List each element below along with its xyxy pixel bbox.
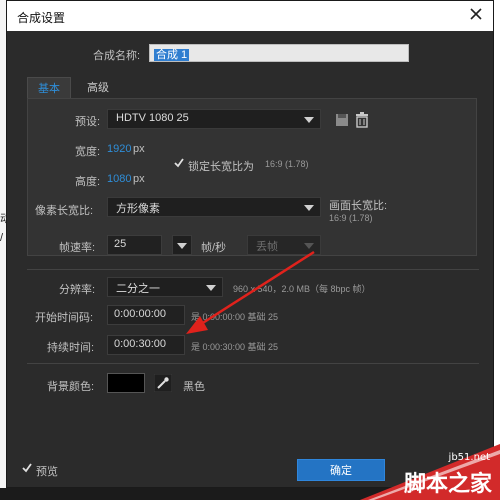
- resolution-select[interactable]: 二分之一: [107, 277, 223, 297]
- start-timecode-input[interactable]: 0:00:00:00: [107, 305, 185, 325]
- watermark-site: jb51.net: [448, 452, 490, 463]
- watermark-brand: 脚本之家: [403, 471, 492, 496]
- preset-label: 预设:: [75, 116, 101, 128]
- save-preset-icon[interactable]: [333, 111, 351, 129]
- duration-input[interactable]: 0:00:30:00: [107, 335, 185, 355]
- height-unit: px: [133, 173, 145, 185]
- pixel-aspect-label: 像素长宽比:: [35, 205, 94, 217]
- duration-info: 是 0:00:30:00 基础 25: [191, 342, 279, 352]
- start-timecode-info: 是 0:00:00:00 基础 25: [191, 312, 279, 322]
- chevron-down-icon: [177, 243, 187, 249]
- pixel-aspect-value: 方形像素: [116, 203, 160, 215]
- lock-aspect-value: 16:9 (1.78): [265, 159, 309, 169]
- duration-label: 持续时间:: [47, 342, 95, 354]
- watermark: jb51.net 脚本之家: [360, 444, 500, 500]
- section-divider: [27, 269, 479, 270]
- frame-aspect-value: 16:9 (1.78): [329, 213, 373, 223]
- preset-value: HDTV 1080 25: [116, 112, 189, 124]
- background-color-swatch[interactable]: [107, 373, 145, 393]
- duration-value: 0:00:30:00: [114, 338, 166, 350]
- chevron-down-icon: [304, 243, 314, 249]
- pixel-aspect-select[interactable]: 方形像素: [107, 197, 321, 217]
- resolution-info: 960 x 540，2.0 MB（每 8bpc 帧）: [233, 284, 371, 294]
- frame-rate-label: 帧速率:: [59, 242, 96, 254]
- tab-advanced[interactable]: 高级: [77, 77, 137, 99]
- composition-name-value: 合成 1: [154, 49, 190, 61]
- frame-rate-input[interactable]: 25: [107, 235, 162, 255]
- background-char: /: [0, 232, 4, 244]
- dialog-title: 合成设置: [17, 11, 66, 25]
- width-value[interactable]: 1920: [107, 143, 131, 155]
- preview-label: 预览: [36, 466, 58, 478]
- frame-aspect-label: 画面长宽比:: [329, 200, 388, 212]
- chevron-down-icon: [304, 117, 314, 123]
- frame-rate-unit: 帧/秒: [201, 242, 227, 254]
- preview-checkbox[interactable]: [21, 462, 33, 474]
- drop-frame-value: 丢帧: [256, 241, 278, 253]
- lock-aspect-checkbox[interactable]: [173, 157, 185, 169]
- background-color-name: 黑色: [183, 381, 205, 393]
- lock-aspect-label: 锁定长宽比为: [188, 161, 254, 173]
- frame-rate-dropdown[interactable]: [172, 235, 192, 255]
- composition-name-label: 合成名称:: [93, 50, 141, 62]
- close-icon[interactable]: [467, 5, 485, 23]
- eyedropper-icon[interactable]: [154, 374, 172, 392]
- tab-basic[interactable]: 基本: [27, 77, 71, 99]
- composition-name-input[interactable]: 合成 1: [149, 44, 409, 62]
- height-value[interactable]: 1080: [107, 173, 131, 185]
- width-label: 宽度:: [75, 146, 101, 158]
- width-unit: px: [133, 143, 145, 155]
- composition-settings-dialog: 合成设置 合成名称: 合成 1 基本 高级 预设: HDTV 1080 25 宽…: [6, 0, 494, 488]
- chevron-down-icon: [304, 205, 314, 211]
- start-timecode-value: 0:00:00:00: [114, 308, 166, 320]
- background-color-label: 背景颜色:: [47, 381, 95, 393]
- delete-preset-icon[interactable]: [353, 111, 371, 129]
- resolution-value: 二分之一: [116, 283, 160, 295]
- dialog-titlebar: 合成设置: [7, 1, 493, 31]
- height-label: 高度:: [75, 176, 101, 188]
- start-timecode-label: 开始时间码:: [35, 312, 94, 324]
- preset-select[interactable]: HDTV 1080 25: [107, 109, 321, 129]
- chevron-down-icon: [206, 285, 216, 291]
- frame-rate-value: 25: [114, 238, 127, 250]
- drop-frame-select[interactable]: 丢帧: [247, 235, 321, 255]
- resolution-label: 分辨率:: [59, 284, 96, 296]
- section-divider: [27, 363, 479, 364]
